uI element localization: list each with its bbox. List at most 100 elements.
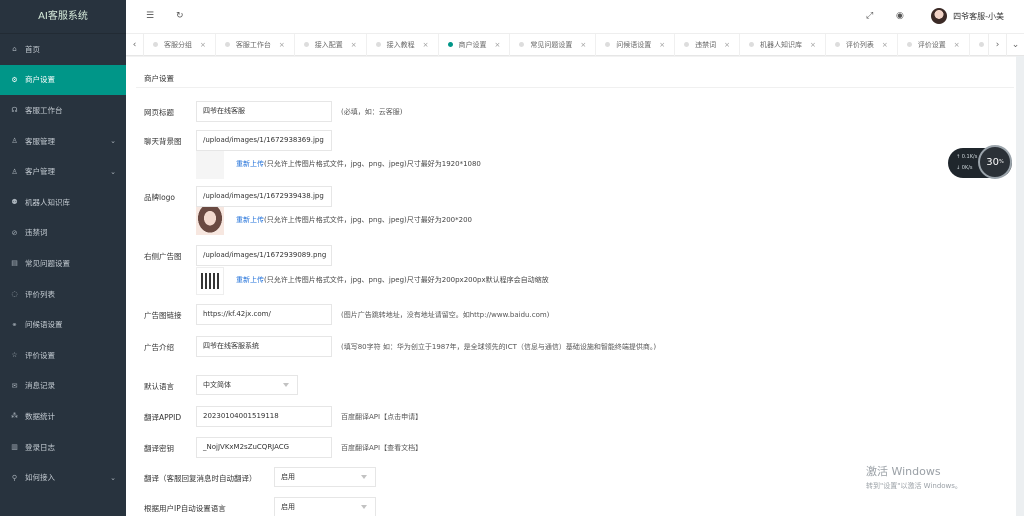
menu-toggle-icon[interactable]: ☰ xyxy=(146,11,154,21)
sidebar-item-10[interactable]: ☆ 评价设置 xyxy=(0,340,126,371)
close-icon[interactable]: × xyxy=(351,41,357,49)
avatar xyxy=(931,8,948,24)
network-speed-widget[interactable]: ↑ 0.1K/s ↓ 0K/s 30% xyxy=(948,145,1012,179)
sidebar-item-0[interactable]: ⌂ 首页 xyxy=(0,34,126,65)
close-icon[interactable]: × xyxy=(659,41,665,49)
tab-scroll-right-icon[interactable]: › xyxy=(988,33,1006,56)
tab-7[interactable]: 违禁词 × xyxy=(675,33,740,56)
user-icon: ♙ xyxy=(11,167,18,176)
sidebar-item-2[interactable]: ☊ 客服工作台 xyxy=(0,95,126,126)
sidebar-item-label: 数据统计 xyxy=(25,411,55,421)
scrollbar-track[interactable] xyxy=(1016,56,1024,516)
tab-label: 违禁词 xyxy=(695,40,717,49)
tab-label: 常见问题设置 xyxy=(530,40,573,49)
chart-icon: ⁂ xyxy=(11,412,18,421)
tab-11[interactable]: 装 xyxy=(970,34,988,56)
tab-2[interactable]: 接入配置 × xyxy=(295,33,367,56)
tab-8[interactable]: 机器人知识库 × xyxy=(740,33,826,56)
sidebar-item-11[interactable]: ✉ 消息记录 xyxy=(0,371,126,402)
chevron-down-icon xyxy=(361,475,367,479)
sidebar-item-label: 违禁词 xyxy=(25,228,48,238)
tab-menu-icon[interactable]: ⌄ xyxy=(1006,33,1024,56)
tab-label: 接入配置 xyxy=(314,40,343,49)
brand-logo-upload: 重新上传(只允许上传图片格式文件，jpg、png、jpeg)尺寸最好为200*2… xyxy=(236,215,472,225)
windows-activation-watermark: 激活 Windows 转到"设置"以激活 Windows。 xyxy=(866,463,962,491)
translate-key-input[interactable]: _NojJVKxM2sZuCQRJACG xyxy=(196,437,332,458)
ad-intro-input[interactable]: 四爷在线客服系统 xyxy=(196,336,332,357)
sidebar-item-6[interactable]: ⊘ 违禁词 xyxy=(0,218,126,249)
sidebar-item-label: 客服工作台 xyxy=(25,105,63,115)
ip-lang-select[interactable]: 启用 xyxy=(274,497,376,516)
block-icon: ⊘ xyxy=(11,228,18,237)
sidebar-item-label: 首页 xyxy=(25,44,40,54)
sidebar-item-8[interactable]: ◌ 评价列表 xyxy=(0,279,126,310)
sidebar-item-13[interactable]: ▥ 登录日志 xyxy=(0,432,126,463)
tab-label: 评价列表 xyxy=(845,40,874,49)
tab-scroll-left-icon[interactable]: ‹ xyxy=(126,33,144,56)
sidebar-item-14[interactable]: ⚲ 如何接入 ⌄ xyxy=(0,462,126,493)
translate-appid-hint[interactable]: 百度翻译API【点击申请】 xyxy=(341,412,422,422)
plug-icon: ⚲ xyxy=(11,473,18,482)
user-menu[interactable]: 四爷客服-小美 xyxy=(931,8,1004,24)
sidebar-item-label: 登录日志 xyxy=(25,442,55,452)
tab-1[interactable]: 客服工作台 × xyxy=(216,33,295,56)
sidebar-nav: ⌂ 首页 ⚙ 商户设置 ☊ 客服工作台 ♙ 客服管理 ⌄ ♙ 客户管理 ⌄ ⚉ 机器人知识库 ⊘ 违禁词 ▤ 常见… xyxy=(0,34,126,493)
watermark-subtitle: 转到"设置"以激活 Windows。 xyxy=(866,482,962,490)
close-icon[interactable]: × xyxy=(954,41,960,49)
sidebar-item-1[interactable]: ⚙ 商户设置 xyxy=(0,64,126,96)
sidebar-item-3[interactable]: ♙ 客服管理 ⌄ xyxy=(0,126,126,157)
close-icon[interactable]: × xyxy=(810,41,816,49)
tab-5[interactable]: 常见问题设置 × xyxy=(510,33,597,56)
sidebar-item-4[interactable]: ♙ 客户管理 ⌄ xyxy=(0,156,126,187)
sidebar-item-label: 常见问题设置 xyxy=(25,258,70,268)
divider xyxy=(136,87,1014,88)
chat-bg-reupload-link[interactable]: 重新上传 xyxy=(236,160,264,168)
tab-dot-icon xyxy=(447,42,453,47)
log-icon: ▥ xyxy=(11,443,18,452)
translate-auto-select[interactable]: 启用 xyxy=(274,467,376,487)
brand-logo-reupload-link[interactable]: 重新上传 xyxy=(236,216,264,224)
sidebar-item-12[interactable]: ⁂ 数据统计 xyxy=(0,401,126,432)
ad-link-input[interactable]: https://kf.42jx.com/ xyxy=(196,304,332,325)
close-icon[interactable]: × xyxy=(200,41,206,49)
right-ad-reupload-link[interactable]: 重新上传 xyxy=(236,276,264,284)
close-icon[interactable]: × xyxy=(882,41,888,49)
default-lang-select[interactable]: 中文简体 xyxy=(196,375,298,395)
translate-key-hint[interactable]: 百度翻译API【查看文档】 xyxy=(341,443,422,453)
sidebar-item-label: 客户管理 xyxy=(25,167,55,177)
tab-3[interactable]: 接入教程 × xyxy=(367,33,439,56)
web-title-input[interactable]: 四爷在线客服 xyxy=(196,101,332,122)
right-ad-upload-hint: (只允许上传图片格式文件，jpg、png、jpeg)尺寸最好为200px200p… xyxy=(264,276,549,284)
close-icon[interactable]: × xyxy=(495,41,501,49)
close-icon[interactable]: × xyxy=(279,41,285,49)
close-icon[interactable]: × xyxy=(423,41,429,49)
ip-lang-value: 启用 xyxy=(281,503,295,511)
right-ad-input[interactable]: /upload/images/1/1672939089.png xyxy=(196,245,332,266)
home-icon: ⌂ xyxy=(12,45,17,54)
brand-logo-input[interactable]: /upload/images/1/1672939438.jpg xyxy=(196,186,332,207)
right-ad-thumbnail xyxy=(196,267,224,295)
right-ad-upload: 重新上传(只允许上传图片格式文件，jpg、png、jpeg)尺寸最好为200px… xyxy=(236,275,549,285)
chevron-down-icon: ⌄ xyxy=(110,473,116,482)
sidebar-item-5[interactable]: ⚉ 机器人知识库 xyxy=(0,187,126,218)
refresh-icon[interactable]: ↻ xyxy=(176,11,184,21)
tab-4[interactable]: 商户设置 × xyxy=(439,33,511,56)
theme-icon[interactable]: ◉ xyxy=(896,11,904,21)
tab-0[interactable]: 客服分组 × xyxy=(144,33,216,56)
sidebar-item-9[interactable]: ⚭ 问候语设置 xyxy=(0,309,126,340)
close-icon[interactable]: × xyxy=(724,41,730,49)
usage-percent: 30% xyxy=(978,145,1012,179)
chevron-down-icon xyxy=(361,505,367,509)
tab-9[interactable]: 评价列表 × xyxy=(826,33,898,56)
fullscreen-icon[interactable]: ⤢ xyxy=(866,11,873,21)
tab-dot-icon xyxy=(834,42,840,47)
sidebar-item-7[interactable]: ▤ 常见问题设置 xyxy=(0,248,126,279)
tab-10[interactable]: 评价设置 × xyxy=(898,33,970,56)
translate-auto-label: 翻译（客服回复消息时自动翻译） xyxy=(144,474,257,483)
close-icon[interactable]: × xyxy=(580,41,586,49)
sidebar: AI客服系统 ⌂ 首页 ⚙ 商户设置 ☊ 客服工作台 ♙ 客服管理 ⌄ ♙ 客户管理 ⌄ ⚉ 机器人知识库… xyxy=(0,0,126,516)
chat-bg-input[interactable]: /upload/images/1/1672938369.jpg xyxy=(196,130,332,151)
tab-6[interactable]: 问候语设置 × xyxy=(596,33,676,56)
tab-dot-icon xyxy=(153,42,158,47)
translate-appid-input[interactable]: 20230104001519118 xyxy=(196,406,332,427)
